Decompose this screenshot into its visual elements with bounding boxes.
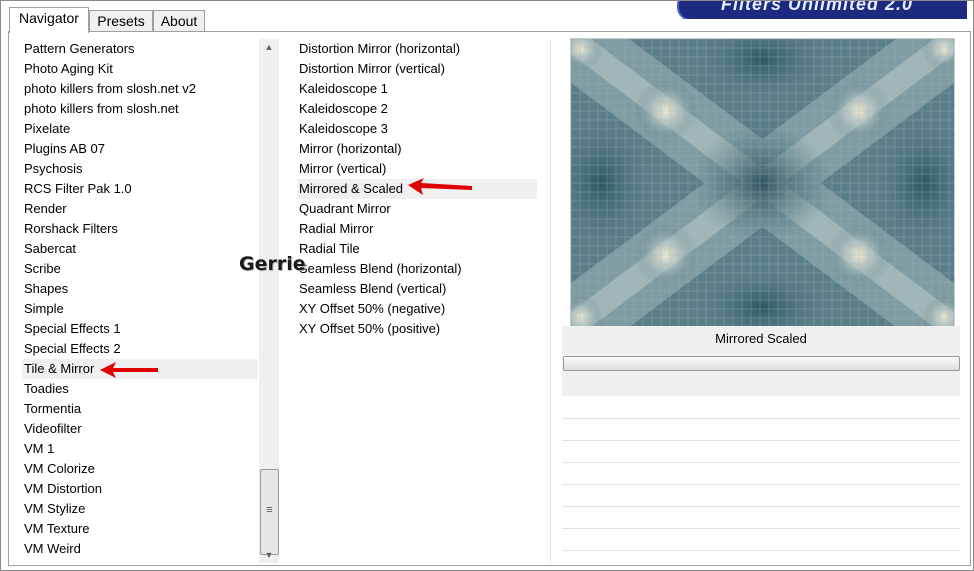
panel-divider	[550, 39, 551, 563]
filter-list-item[interactable]: Mirror (vertical)	[297, 159, 537, 179]
category-list-item[interactable]: Plugins AB 07	[22, 139, 258, 159]
divider-line	[562, 528, 960, 529]
category-list-item[interactable]: Rorshack Filters	[22, 219, 258, 239]
category-list-item[interactable]: VM Distortion	[22, 479, 258, 499]
preview-caption: Mirrored Scaled	[715, 331, 807, 346]
tab-about[interactable]: About	[153, 10, 205, 32]
filters-unlimited-logo: Filters Unlimited 2.0	[677, 1, 967, 19]
tab-presets[interactable]: Presets	[89, 10, 153, 32]
category-list-item[interactable]: Special Effects 2	[22, 339, 258, 359]
category-list-item[interactable]: photo killers from slosh.net v2	[22, 79, 258, 99]
category-list-item[interactable]: Tormentia	[22, 399, 258, 419]
filter-list-item[interactable]: Radial Mirror	[297, 219, 537, 239]
category-list-item[interactable]: Scribe	[22, 259, 258, 279]
watermark-text: Gerrie	[239, 253, 306, 275]
filter-list-item[interactable]: Quadrant Mirror	[297, 199, 537, 219]
category-list[interactable]: Pattern Generators Photo Aging Kit photo k…	[22, 39, 258, 559]
category-list-item[interactable]: Videofilter	[22, 419, 258, 439]
category-list-item[interactable]: Shapes	[22, 279, 258, 299]
tab-navigator[interactable]: Navigator	[9, 7, 89, 33]
filter-list-item[interactable]: XY Offset 50% (positive)	[297, 319, 537, 339]
category-list-item[interactable]: Special Effects 1	[22, 319, 258, 339]
filter-list-item[interactable]: Seamless Blend (horizontal)	[297, 259, 537, 279]
category-list-item[interactable]: VM Weird	[22, 539, 258, 559]
category-list-item[interactable]: VM 1	[22, 439, 258, 459]
category-list-item[interactable]: Psychosis	[22, 159, 258, 179]
divider-line	[562, 484, 960, 485]
category-list-item[interactable]: Render	[22, 199, 258, 219]
filter-list-item[interactable]: Mirror (horizontal)	[297, 139, 537, 159]
filter-list-item[interactable]: Distortion Mirror (vertical)	[297, 59, 537, 79]
navigator-panel: Pattern Generators Photo Aging Kit photo k…	[8, 31, 971, 566]
scroll-up-arrow-icon[interactable]: ▲	[259, 39, 279, 55]
divider-line	[562, 550, 960, 551]
divider-line	[562, 440, 960, 441]
category-list-item[interactable]: VM Texture	[22, 519, 258, 539]
filter-list-item[interactable]: XY Offset 50% (negative)	[297, 299, 537, 319]
filter-list-item[interactable]: Kaleidoscope 1	[297, 79, 537, 99]
category-list-item[interactable]: Pattern Generators	[22, 39, 258, 59]
red-arrow-icon	[408, 178, 472, 195]
preview-caption-bar: Mirrored Scaled	[562, 326, 960, 396]
red-arrow-icon	[100, 362, 158, 378]
filter-list-item[interactable]: Distortion Mirror (horizontal)	[297, 39, 537, 59]
category-list-item[interactable]: photo killers from slosh.net	[22, 99, 258, 119]
category-list-item[interactable]: Toadies	[22, 379, 258, 399]
divider-line	[562, 418, 960, 419]
grip-icon: ≡	[266, 504, 273, 516]
category-list-item[interactable]: VM Colorize	[22, 459, 258, 479]
category-list-item[interactable]: Sabercat	[22, 239, 258, 259]
divider-line	[562, 506, 960, 507]
progress-bar	[563, 356, 960, 371]
scroll-down-arrow-icon[interactable]: ▼	[259, 547, 279, 563]
scroll-thumb[interactable]: ≡	[260, 469, 279, 555]
preview-image	[570, 38, 955, 328]
filter-list-item[interactable]: Seamless Blend (vertical)	[297, 279, 537, 299]
filter-list-item[interactable]: Kaleidoscope 3	[297, 119, 537, 139]
category-list-item[interactable]: Simple	[22, 299, 258, 319]
category-list-item[interactable]: Photo Aging Kit	[22, 59, 258, 79]
filter-list-item[interactable]: Kaleidoscope 2	[297, 99, 537, 119]
filter-list-item[interactable]: Radial Tile	[297, 239, 537, 259]
category-scrollbar[interactable]: ▲ ≡ ▼	[259, 39, 279, 563]
category-list-item[interactable]: RCS Filter Pak 1.0	[22, 179, 258, 199]
divider-line	[562, 462, 960, 463]
category-list-item[interactable]: VM Stylize	[22, 499, 258, 519]
category-list-item[interactable]: Pixelate	[22, 119, 258, 139]
